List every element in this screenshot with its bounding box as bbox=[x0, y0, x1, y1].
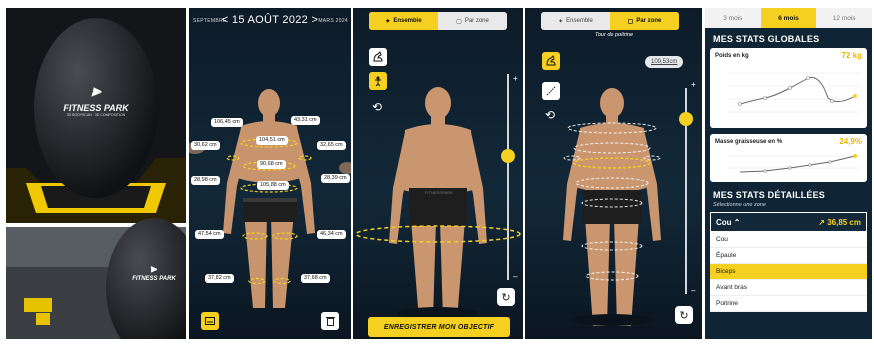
weight-card[interactable]: Poids en kg 72 kg bbox=[710, 48, 867, 128]
measurement-label: 46,34 cm bbox=[317, 230, 346, 239]
measurement-label: 28,39 cm bbox=[321, 174, 350, 183]
zone-dropdown: Cou ⌃ ↗ 36,85 cm Cou Épaule Biceps Avant… bbox=[710, 212, 867, 312]
tab-12-months[interactable]: 12 mois bbox=[816, 8, 872, 28]
svg-text:FITNESSPARK: FITNESSPARK bbox=[425, 190, 453, 195]
slider-knob[interactable] bbox=[679, 111, 693, 126]
detailed-stats-title: MES STATS DÉTAILLÉES bbox=[713, 190, 826, 200]
tab-3-months[interactable]: 3 mois bbox=[705, 8, 761, 28]
reset-icon: ↻ bbox=[679, 309, 689, 322]
brand-subtitle: 3D BODYSCAN · 3D COMPOSITION bbox=[66, 113, 126, 117]
minus-icon[interactable]: – bbox=[513, 272, 517, 281]
measurement-label: 37,68 cm bbox=[301, 274, 330, 283]
goal-screen: ✦ Ensemble ▢ Par zone ⟲ FITNESSPARK + – ↻ … bbox=[353, 8, 523, 339]
measurement-label: 43,31 cm bbox=[291, 116, 320, 125]
stats-screen: 3 mois 6 mois 12 mois MES STATS GLOBALES… bbox=[705, 8, 872, 339]
zone-option[interactable]: Épaule bbox=[710, 248, 867, 264]
tab-6-months[interactable]: 6 mois bbox=[760, 8, 817, 28]
fat-mass-label: Masse graisseuse en % bbox=[715, 139, 783, 145]
measurement-label: 105,88 cm bbox=[257, 181, 289, 190]
chevron-up-icon: ⌃ bbox=[733, 217, 741, 227]
photo-collage: ⫸ FITNESS PARK 3D BODYSCAN · 3D COMPOSIT… bbox=[6, 8, 186, 339]
card-icon bbox=[205, 317, 215, 325]
zone-dropdown-header[interactable]: Cou ⌃ ↗ 36,85 cm bbox=[710, 212, 867, 232]
measurement-label: 106,45 cm bbox=[211, 118, 243, 127]
zone-option[interactable]: Cou bbox=[710, 232, 867, 248]
zone-option[interactable]: Biceps bbox=[710, 264, 867, 280]
scan-card-button[interactable] bbox=[201, 312, 219, 330]
reset-button[interactable]: ↻ bbox=[675, 306, 693, 324]
save-goal-button[interactable]: ENREGISTRER MON OBJECTIF bbox=[368, 317, 510, 337]
weight-label: Poids en kg bbox=[715, 53, 749, 59]
zone-slider[interactable] bbox=[679, 88, 693, 294]
brand-logo-mark: ⫸ bbox=[91, 83, 101, 100]
measurement-label: 90,68 cm bbox=[257, 160, 286, 169]
plus-icon[interactable]: + bbox=[691, 80, 696, 89]
period-tabs: 3 mois 6 mois 12 mois bbox=[705, 8, 872, 28]
brand-name: FITNESS PARK bbox=[63, 103, 129, 113]
brand-logo-mark-2: ⫸ bbox=[150, 263, 158, 275]
plus-icon[interactable]: + bbox=[513, 74, 518, 83]
brand-name-2: FITNESS PARK bbox=[132, 276, 176, 282]
bodyscan-pod-photo bbox=[6, 8, 186, 339]
measurement-label: 47,54 cm bbox=[195, 230, 224, 239]
zone-option[interactable]: Avant bras bbox=[710, 280, 867, 296]
goal-slider[interactable] bbox=[501, 74, 515, 280]
measurement-label: 37,82 cm bbox=[205, 274, 234, 283]
weight-value: 72 kg bbox=[841, 51, 862, 60]
body-model-avatar bbox=[563, 88, 661, 326]
reset-button[interactable]: ↻ bbox=[497, 288, 515, 306]
measurement-label: 32,65 cm bbox=[317, 141, 346, 150]
weight-sparkline bbox=[728, 72, 860, 113]
measurement-label: 104,51 cm bbox=[256, 136, 288, 145]
zone-screen: ✦ Ensemble ▢ Par zone Tour de poitrine 109… bbox=[525, 8, 702, 339]
measurements-screen: SEPTEMBRE < 15 AOÛT 2022 > MARS 2024 106… bbox=[189, 8, 351, 339]
measurement-label: 28,98 cm bbox=[191, 176, 220, 185]
minus-icon[interactable]: – bbox=[691, 286, 695, 295]
reset-icon: ↻ bbox=[501, 291, 511, 304]
fat-mass-card[interactable]: Masse graisseuse en % 24,9% bbox=[710, 134, 867, 182]
global-stats-title: MES STATS GLOBALES bbox=[713, 34, 820, 44]
delete-button[interactable] bbox=[321, 312, 339, 330]
trash-icon bbox=[325, 317, 335, 326]
measurement-label: 30,62 cm bbox=[191, 141, 220, 150]
fat-mass-value: 24,9% bbox=[839, 137, 862, 146]
detailed-stats-subtitle: Sélectionne une zone bbox=[713, 202, 766, 208]
zone-selected: Cou bbox=[716, 217, 732, 227]
zone-change-value: ↗ 36,85 cm bbox=[818, 217, 861, 227]
zone-option[interactable]: Poitrine bbox=[710, 296, 867, 312]
